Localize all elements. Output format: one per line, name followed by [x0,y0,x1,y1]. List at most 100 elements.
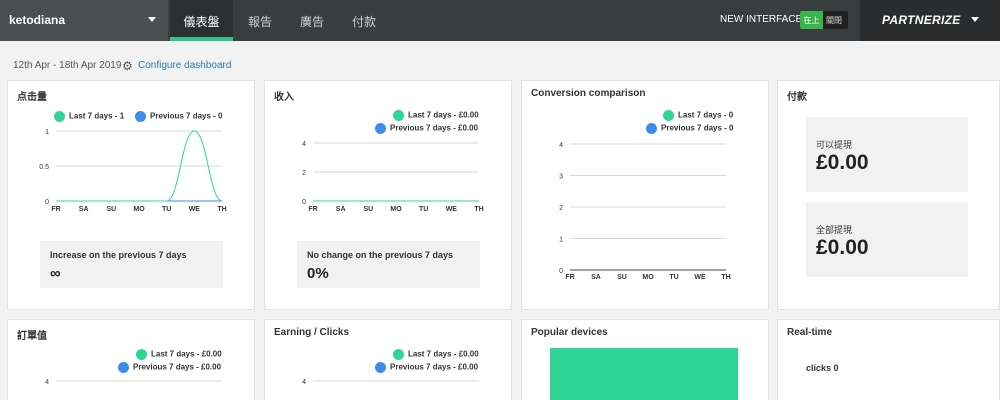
all-withdrawn-box: 全部提現 £0.00 [806,202,968,277]
x-tick-label: TU [162,206,171,213]
x-tick-label: MO [642,274,654,281]
card-title: 訂單值 [17,331,47,342]
realtime-clicks: clicks 0 [806,363,839,373]
legend-swatch-current [393,349,404,360]
x-tick-label: SU [617,274,627,281]
new-interface-label: NEW INTERFACE [720,14,803,25]
clicks-stat-box: Increase on the previous 7 days ∞ [40,241,223,288]
withdrawable-label: 可以提現 [816,140,853,150]
tab-advertisers[interactable]: 廣告 [292,0,332,41]
gear-icon[interactable]: ⚙ [122,60,133,72]
y-tick-label: 4 [559,142,563,149]
legend-current-row[interactable]: Last 7 days - £0.00 [136,349,222,360]
y-tick-label: 1 [45,129,49,136]
legend-label-current: Last 7 days - £0.00 [408,110,479,120]
x-tick-label: TH [217,206,226,213]
account-switcher[interactable]: ketodiana [0,0,168,41]
legend-label-current: Last 7 days - £0.00 [408,349,479,359]
order-value-card: 訂單值 Last 7 days - £0.00 Previous 7 days … [7,319,255,400]
card-title: Conversion comparison [531,88,646,99]
x-tick-label: TH [721,274,730,281]
x-tick-label: SU [106,206,116,213]
x-tick-label: SU [363,206,373,213]
legend-label-current: Last 7 days - 0 [678,110,734,120]
toggle-on-label: 在上 [800,11,823,29]
chevron-down-icon [148,17,156,22]
x-tick-label: WE [189,206,201,213]
card-title: 付款 [787,92,807,103]
legend-current-row[interactable]: Last 7 days - £0.00 [393,349,479,360]
legend-current-row[interactable]: Last 7 days - 0 [663,110,733,121]
x-tick-label: SA [591,274,601,281]
legend-swatch-previous [375,362,386,373]
card-title: Popular devices [531,327,608,338]
brand-logo: PARTNERIZE [882,13,961,27]
conversion-bar-chart: 0 1 2 3 4 FR SA SU MO TU WE TH [559,142,731,281]
earning-clicks-line-chart: 4 [302,379,479,386]
y-tick-label: 4 [45,379,49,386]
configure-dashboard-link[interactable]: Configure dashboard [138,60,231,71]
y-tick-label: 3 [559,174,563,181]
conversion-card: Conversion comparison Last 7 days - 0 Pr… [521,80,769,310]
brand-menu[interactable]: PARTNERIZE [860,0,1000,41]
legend-previous-row[interactable]: Previous 7 days - £0.00 [375,123,478,134]
x-tick-label: FR [51,206,60,213]
stat-label: Increase on the previous 7 days [50,250,187,260]
income-stat-box: No change on the previous 7 days 0% [297,241,480,288]
popular-devices-card: Popular devices [521,319,769,400]
legend-label-previous: Previous 7 days - £0.00 [390,362,479,372]
earning-clicks-card: Earning / Clicks Last 7 days - £0.00 Pre… [264,319,512,400]
payment-card: 付款 可以提現 £0.00 全部提現 £0.00 [777,80,1000,310]
card-title: 点击量 [17,92,47,103]
x-tick-label: MO [390,206,402,213]
stat-label: No change on the previous 7 days [307,250,454,260]
legend-previous-row[interactable]: Previous 7 days - £0.00 [118,362,221,373]
date-range: 12th Apr - 18th Apr 2019 [13,60,122,71]
x-tick-label: SA [336,206,346,213]
legend-previous-row[interactable]: Previous 7 days - £0.00 [375,362,478,373]
legend-previous-row[interactable]: Previous 7 days - 0 [646,123,733,134]
stat-value: ∞ [50,265,61,282]
realtime-card: Real-time clicks 0 [777,319,1000,400]
legend-label-previous: Previous 7 days - £0.00 [390,123,479,133]
x-tick-label: FR [565,274,574,281]
tab-payments[interactable]: 付款 [344,0,384,41]
x-tick-label: TU [419,206,428,213]
y-tick-label: 0 [302,199,306,206]
legend-label-previous: Previous 7 days - £0.00 [133,362,222,372]
legend-swatch-previous [118,362,129,373]
y-tick-label: 4 [302,141,306,148]
clicks-line-chart: 0 0.5 1 FR SA SU MO TU WE TH [39,129,226,213]
legend-label-current: Last 7 days - 1 [69,111,125,121]
new-interface-toggle[interactable]: 在上 關閉 [800,11,848,29]
x-tick-label: FR [308,206,317,213]
clicks-card: 点击量 Last 7 days - 1 Previous 7 days - 0 … [7,80,255,310]
tab-reports[interactable]: 報告 [240,0,280,41]
account-name: ketodiana [9,13,66,27]
top-navigation-bar: ketodiana 儀表盤 報告 廣告 付款 NEW INTERFACE 在上 … [0,0,1000,41]
tab-dashboard[interactable]: 儀表盤 [170,0,233,41]
income-line-chart: 0 2 4 FR SA SU MO TU WE TH [302,141,484,213]
legend-current-row[interactable]: Last 7 days - £0.00 [393,110,479,121]
withdrawable-value: £0.00 [816,151,869,174]
legend-label-current: Last 7 days - £0.00 [151,349,222,359]
y-tick-label: 0 [559,268,563,275]
x-tick-label: TU [669,274,678,281]
x-tick-label: SA [79,206,89,213]
withdrawable-box: 可以提現 £0.00 [806,117,968,192]
y-tick-label: 0.5 [39,164,49,171]
legend-swatch-current [393,110,404,121]
legend-label-previous: Previous 7 days - 0 [150,111,223,121]
device-bar[interactable] [550,348,738,400]
legend-swatch-current [663,110,674,121]
y-tick-label: 2 [302,170,306,177]
x-tick-label: TH [474,206,483,213]
legend-swatch-previous [375,123,386,134]
y-tick-label: 2 [559,205,563,212]
stat-value: 0% [307,265,329,282]
card-title: Real-time [787,327,833,338]
y-tick-label: 0 [45,199,49,206]
toggle-off-label: 關閉 [826,16,842,25]
legend-label-previous: Previous 7 days - 0 [661,123,734,133]
order-value-line-chart: 4 [45,379,222,386]
